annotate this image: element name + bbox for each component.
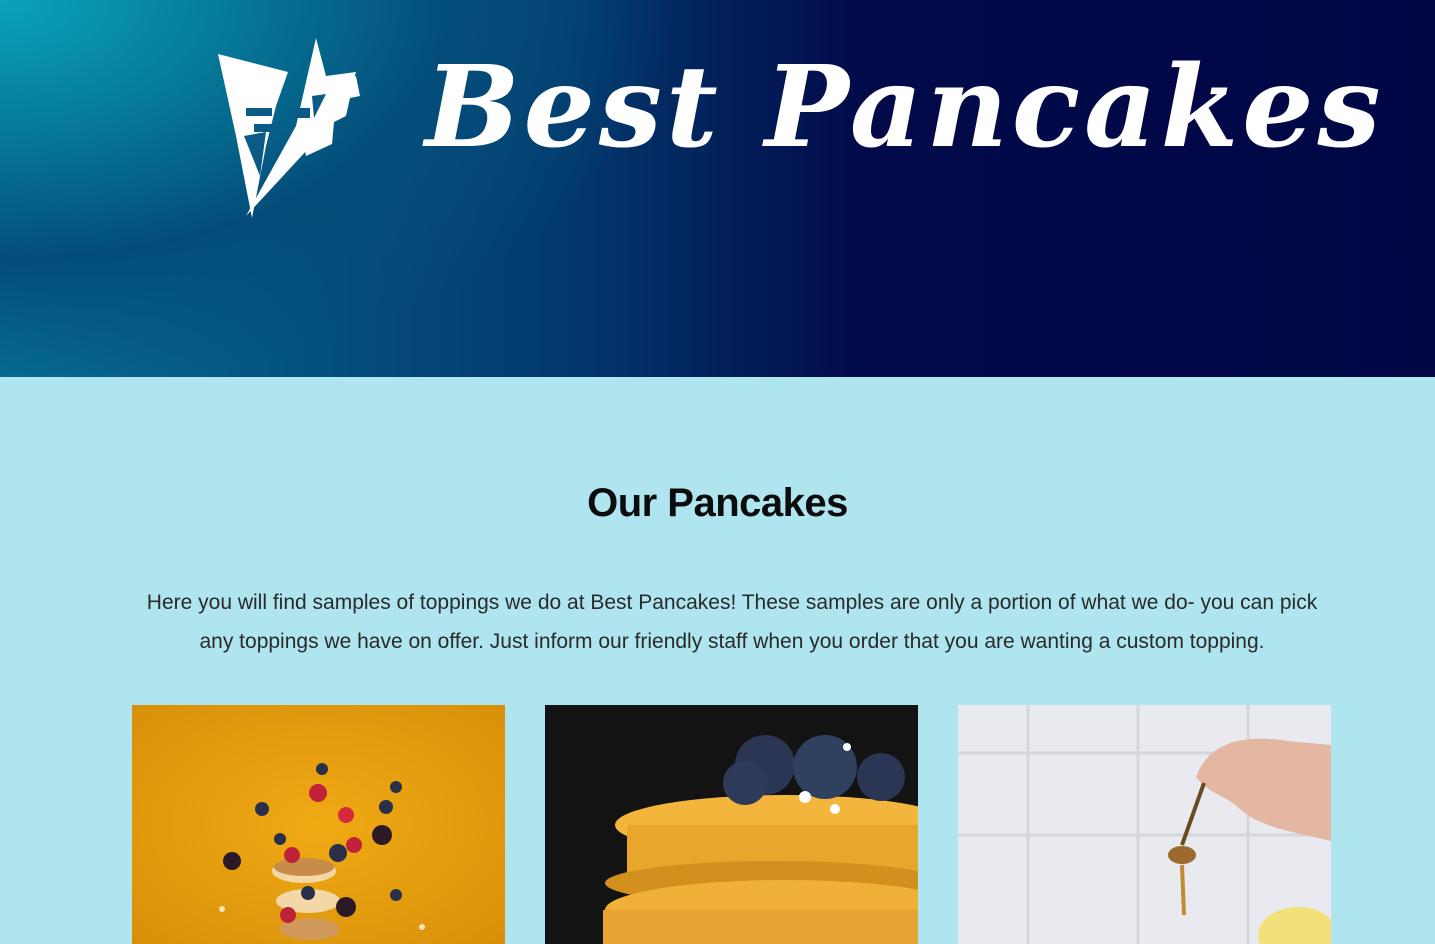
kite-logo-icon bbox=[218, 38, 360, 218]
pancake-blueberries-syrup-photo bbox=[545, 705, 918, 944]
pancake-card-blueberries[interactable] bbox=[545, 705, 918, 944]
pancake-berries-photo bbox=[132, 705, 505, 944]
intro-paragraph: Here you will find samples of toppings w… bbox=[146, 591, 1318, 653]
pancake-card-honey[interactable] bbox=[958, 705, 1331, 944]
pancakes-section: Our Pancakes Here you will find samples … bbox=[0, 377, 1435, 944]
hero-banner: Best Pancakes bbox=[0, 0, 1435, 377]
section-title: Our Pancakes bbox=[587, 481, 848, 525]
brand-title: Best Pancakes bbox=[425, 42, 1385, 173]
honey-spoon-photo bbox=[958, 705, 1331, 944]
pancake-card-berries[interactable] bbox=[132, 705, 505, 944]
